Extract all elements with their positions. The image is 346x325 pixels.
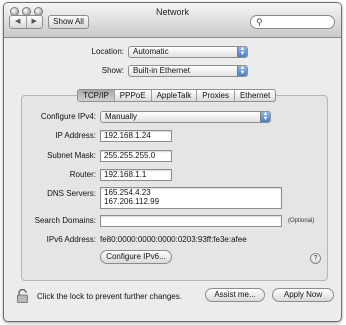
search-icon: ⚲ xyxy=(256,17,263,27)
tab-tcpip[interactable]: TCP/IP xyxy=(78,90,115,101)
router-label: Router: xyxy=(69,170,96,179)
title-bar: Network ◀ ▶ Show All ⚲ xyxy=(4,3,341,38)
help-button[interactable]: ? xyxy=(310,253,321,264)
assist-me-button[interactable]: Assist me... xyxy=(205,288,265,302)
tab-proxies[interactable]: Proxies xyxy=(197,90,235,101)
tab-pppoe[interactable]: PPPoE xyxy=(115,90,152,101)
search-input[interactable]: ⚲ xyxy=(250,15,335,29)
configure-ipv4-popup[interactable]: Manually ▲ ▼ xyxy=(100,111,271,123)
popup-arrows-icon: ▲ ▼ xyxy=(260,111,270,122)
ip-address-field[interactable]: 192.168.1.24 xyxy=(100,130,172,142)
location-value: Automatic xyxy=(133,47,169,56)
back-arrow-icon[interactable]: ◀ xyxy=(10,16,27,28)
ipv6-address-label: IPv6 Address: xyxy=(46,235,96,244)
forward-arrow-icon[interactable]: ▶ xyxy=(27,16,43,28)
show-value: Built-in Ethernet xyxy=(133,66,190,75)
popup-arrows-icon: ▲ ▼ xyxy=(237,65,247,76)
ip-address-label: IP Address: xyxy=(55,131,96,140)
back-forward-control: ◀ ▶ xyxy=(9,15,43,29)
apply-now-button[interactable]: Apply Now xyxy=(272,288,334,302)
subnet-mask-label: Subnet Mask: xyxy=(47,151,96,160)
tab-ethernet[interactable]: Ethernet xyxy=(235,90,275,101)
network-preferences-window: Network ◀ ▶ Show All ⚲ Location: Automat… xyxy=(3,2,342,322)
dns-servers-label: DNS Servers: xyxy=(47,189,96,198)
dns-server-entry: 167.206.112.99 xyxy=(104,197,160,206)
show-label: Show: xyxy=(101,66,124,75)
configure-ipv4-label: Configure IPv4: xyxy=(40,112,96,121)
optional-hint: (Optional) xyxy=(288,218,315,224)
search-domains-label: Search Domains: xyxy=(34,216,96,225)
dns-servers-field[interactable]: 165.254.4.23 167.206.112.99 xyxy=(100,187,282,209)
location-popup[interactable]: Automatic ▲ ▼ xyxy=(128,46,248,58)
location-label: Location: xyxy=(91,47,124,56)
lock-icon[interactable] xyxy=(16,289,29,303)
configure-ipv4-value: Manually xyxy=(105,112,138,121)
show-all-button[interactable]: Show All xyxy=(48,15,89,29)
dns-server-entry: 165.254.4.23 xyxy=(104,188,151,197)
configure-ipv6-button[interactable]: Configure IPv6... xyxy=(100,250,172,264)
tab-bar: TCP/IP PPPoE AppleTalk Proxies Ethernet xyxy=(77,89,277,102)
show-popup[interactable]: Built-in Ethernet ▲ ▼ xyxy=(128,65,248,77)
tab-appletalk[interactable]: AppleTalk xyxy=(152,90,198,101)
subnet-mask-field[interactable]: 255.255.255.0 xyxy=(100,150,172,162)
ipv6-address-value: fe80:0000:0000:0000:0203:93ff:fe3e:afee xyxy=(100,235,247,244)
search-domains-field[interactable] xyxy=(100,215,282,227)
lock-message: Click the lock to prevent further change… xyxy=(37,292,182,301)
router-field[interactable]: 192.168.1.1 xyxy=(100,169,172,181)
popup-arrows-icon: ▲ ▼ xyxy=(237,46,247,57)
